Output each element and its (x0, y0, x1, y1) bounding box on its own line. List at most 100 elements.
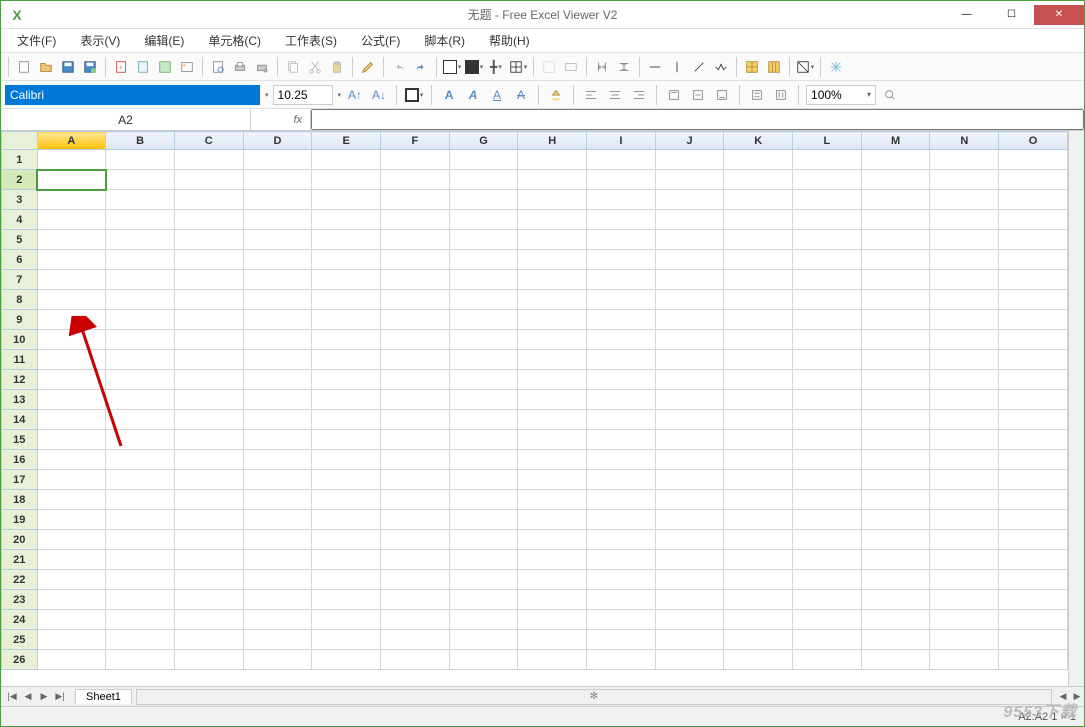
cell[interactable] (381, 650, 450, 670)
cell[interactable] (106, 290, 175, 310)
cell[interactable] (243, 510, 312, 530)
cell[interactable] (655, 410, 724, 430)
cell[interactable] (312, 370, 381, 390)
cell[interactable] (655, 450, 724, 470)
cell[interactable] (518, 370, 587, 390)
distribute-v-icon[interactable] (771, 85, 791, 105)
cell[interactable] (861, 190, 930, 210)
cell[interactable] (106, 550, 175, 570)
cell[interactable] (724, 570, 793, 590)
tab-first-button[interactable]: |◀ (5, 689, 19, 705)
border-fill-icon[interactable]: ▾ (464, 57, 484, 77)
cell[interactable] (243, 290, 312, 310)
cell[interactable] (381, 550, 450, 570)
cell[interactable] (381, 270, 450, 290)
cell[interactable] (518, 230, 587, 250)
cell[interactable] (999, 330, 1068, 350)
cell[interactable] (381, 490, 450, 510)
cell[interactable] (312, 210, 381, 230)
cell[interactable] (37, 350, 106, 370)
cell[interactable] (381, 510, 450, 530)
dotted-border-icon[interactable] (539, 57, 559, 77)
cell[interactable] (861, 610, 930, 630)
menu-file[interactable]: 文件(F) (9, 30, 64, 51)
cell[interactable] (655, 150, 724, 170)
align-left-icon[interactable] (581, 85, 601, 105)
cell[interactable] (587, 610, 656, 630)
convert-icon[interactable] (155, 57, 175, 77)
cell[interactable] (861, 150, 930, 170)
cell[interactable] (655, 530, 724, 550)
cell[interactable] (449, 350, 518, 370)
hline-icon[interactable] (645, 57, 665, 77)
cell[interactable] (724, 590, 793, 610)
cell[interactable] (381, 170, 450, 190)
cell[interactable] (37, 530, 106, 550)
cell[interactable] (37, 470, 106, 490)
cell[interactable] (724, 450, 793, 470)
cell[interactable] (861, 330, 930, 350)
cell[interactable] (381, 410, 450, 430)
row-header[interactable]: 16 (2, 450, 38, 470)
cell[interactable] (793, 630, 862, 650)
cell[interactable] (312, 230, 381, 250)
cell[interactable] (930, 290, 999, 310)
cell[interactable] (655, 650, 724, 670)
column-header[interactable]: C (174, 132, 243, 150)
cell[interactable] (37, 370, 106, 390)
row-header[interactable]: 22 (2, 570, 38, 590)
cell[interactable] (381, 370, 450, 390)
cell[interactable] (381, 350, 450, 370)
cell[interactable] (106, 390, 175, 410)
cell[interactable] (724, 530, 793, 550)
titlebar[interactable]: X 无题 - Free Excel Viewer V2 — ☐ ✕ (1, 1, 1084, 29)
sheet-tab[interactable]: Sheet1 (75, 689, 132, 704)
cell[interactable] (243, 430, 312, 450)
formula-input[interactable] (311, 109, 1084, 130)
cell[interactable] (243, 250, 312, 270)
cell[interactable] (587, 310, 656, 330)
font-decrease-icon[interactable]: A↓ (369, 85, 389, 105)
cell[interactable] (449, 410, 518, 430)
cell[interactable] (999, 290, 1068, 310)
column-header[interactable]: D (243, 132, 312, 150)
cell[interactable] (999, 530, 1068, 550)
cell[interactable] (861, 630, 930, 650)
cell[interactable] (587, 490, 656, 510)
cell[interactable] (449, 610, 518, 630)
cell[interactable] (174, 550, 243, 570)
cell[interactable] (724, 650, 793, 670)
col-width-icon[interactable] (592, 57, 612, 77)
cell[interactable] (518, 170, 587, 190)
cell[interactable] (724, 250, 793, 270)
cell[interactable] (174, 490, 243, 510)
new-icon[interactable] (14, 57, 34, 77)
menu-edit[interactable]: 编辑(E) (136, 30, 192, 51)
cell[interactable] (174, 230, 243, 250)
cell[interactable] (243, 390, 312, 410)
zoom-combo[interactable]: 100% ▾ (806, 85, 876, 105)
grid2-icon[interactable] (764, 57, 784, 77)
cell[interactable] (999, 170, 1068, 190)
tab-last-button[interactable]: ▶| (53, 689, 67, 705)
cell[interactable] (793, 590, 862, 610)
cell[interactable] (724, 630, 793, 650)
column-header[interactable]: F (381, 132, 450, 150)
cell[interactable] (518, 350, 587, 370)
cell[interactable] (793, 350, 862, 370)
tab-next-button[interactable]: ▶ (37, 689, 51, 705)
cell[interactable] (999, 390, 1068, 410)
cell[interactable] (999, 650, 1068, 670)
cell[interactable] (793, 330, 862, 350)
cell[interactable] (312, 450, 381, 470)
cell[interactable] (655, 630, 724, 650)
cell[interactable] (793, 210, 862, 230)
cell[interactable] (930, 410, 999, 430)
cell[interactable] (724, 350, 793, 370)
column-header[interactable]: I (587, 132, 656, 150)
cell[interactable] (312, 270, 381, 290)
select-all-corner[interactable] (2, 132, 38, 150)
cell[interactable] (655, 290, 724, 310)
merge-icon[interactable] (561, 57, 581, 77)
cell[interactable] (174, 650, 243, 670)
